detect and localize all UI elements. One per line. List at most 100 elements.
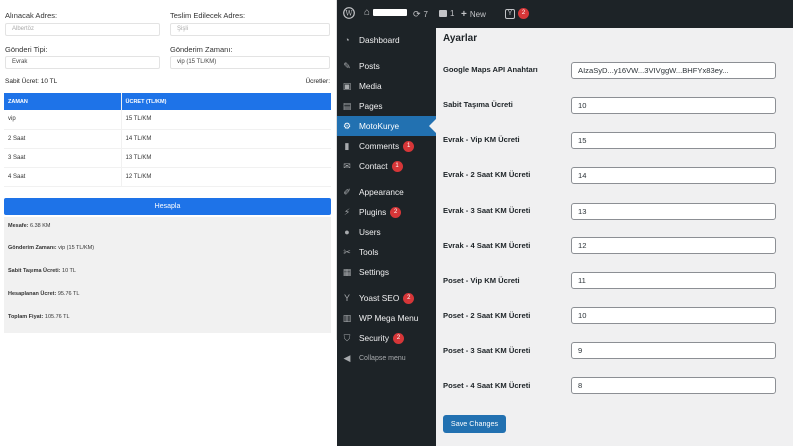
frontend-calculator-panel: Alınacak Adres: Albertöz Teslim Edilecek… [0, 0, 337, 340]
updates-count: 7 [423, 10, 428, 19]
table-row: vip 15 TL/KM [4, 110, 331, 130]
comments-link[interactable]: 1 [439, 9, 454, 18]
field-label: Evrak - 2 Saat KM Ücreti [443, 170, 531, 179]
sidebar-item-comments[interactable]: ▮ Comments 1 [337, 136, 436, 156]
result-value: vip (15 TL/KM) [56, 245, 95, 251]
sidebar-item-appearance[interactable]: ✐ Appearance [337, 182, 436, 202]
sidebar-item-label: Settings [359, 267, 389, 277]
page-icon: ▤ [342, 101, 352, 111]
sidebar-item-security[interactable]: ⛉ Security 2 [337, 328, 436, 348]
sidebar-item-contact[interactable]: ✉ Contact 1 [337, 156, 436, 176]
delivery-address-input[interactable]: Şişli [170, 23, 330, 36]
active-menu-pointer [429, 119, 436, 133]
save-changes-button[interactable]: Save Changes [443, 415, 506, 433]
field-label: Poset - Vip KM Ücreti [443, 276, 520, 285]
refresh-icon: ⟳ [413, 9, 421, 19]
field-label: Evrak - Vip KM Ücreti [443, 135, 520, 144]
sidebar-item-wp-mega-menu[interactable]: ▥ WP Mega Menu [337, 308, 436, 328]
wordpress-logo-icon[interactable]: W [343, 7, 355, 19]
collapse-icon: ◀ [343, 353, 351, 363]
pickup-address-input[interactable]: Albertöz [5, 23, 160, 36]
sidebar-item-label: Yoast SEO [359, 293, 400, 303]
sidebar-item-users[interactable]: ● Users [337, 222, 436, 242]
site-name-redacted [373, 9, 408, 16]
sidebar-collapse-menu[interactable]: ◀ Collapse menu [337, 348, 436, 368]
result-label: Gönderim Zamanı: [8, 245, 57, 251]
page-title: Ayarlar [443, 33, 478, 44]
table-cell: 12 TL/KM [121, 167, 331, 187]
poset-4-saat-input[interactable]: 8 [571, 377, 776, 394]
poset-2-saat-input[interactable]: 10 [571, 307, 776, 324]
send-time-label: Gönderim Zamanı: [170, 45, 233, 54]
gear-icon: ⚙ [342, 121, 352, 131]
fixed-fee-text: Sabit Ücret: 10 TL [5, 78, 58, 85]
field-label: Evrak - 4 Saat KM Ücreti [443, 241, 531, 250]
updates-link[interactable]: ⟳ 7 [413, 9, 428, 20]
mail-icon: ✉ [343, 161, 351, 171]
calculate-button[interactable]: Hesapla [4, 198, 331, 215]
brush-icon: ✐ [343, 187, 351, 197]
sidebar-item-label: Contact [359, 161, 388, 171]
results-box: Mesafe: 6.38 KM Gönderim Zamanı: vip (15… [4, 217, 331, 333]
sidebar-item-label: Tools [359, 247, 379, 257]
result-total-price: Toplam Fiyat: 105.76 TL [8, 314, 70, 320]
sidebar-item-posts[interactable]: ✎ Posts [337, 56, 436, 76]
table-cell: 15 TL/KM [121, 110, 331, 130]
send-time-select[interactable]: vip (15 TL/KM) [170, 56, 330, 69]
wrench-icon: ✂ [343, 247, 351, 257]
send-type-label: Gönderi Tipi: [5, 45, 48, 54]
sidebar-item-label: WP Mega Menu [359, 313, 419, 323]
sidebar-item-label: Plugins [359, 207, 387, 217]
sidebar-item-label: Users [359, 227, 381, 237]
comment-icon: ▮ [344, 141, 350, 151]
send-type-select[interactable]: Evrak [5, 56, 160, 69]
sidebar-item-label: Collapse menu [359, 354, 406, 362]
poset-vip-input[interactable]: 11 [571, 272, 776, 289]
sidebar-item-label: Pages [359, 101, 383, 111]
table-cell: 2 Saat [4, 129, 122, 149]
svg-text:W: W [345, 10, 353, 18]
evrak-3-saat-input[interactable]: 13 [571, 203, 776, 220]
site-home-link[interactable]: ⌂ [364, 7, 408, 18]
new-content-link[interactable]: + New [461, 9, 486, 20]
wp-admin-sidebar: ◔ Dashboard ✎ Posts ▣ Media ▤ Pages ⚙ MotoKur… [337, 28, 436, 446]
plug-icon: ⚡ [343, 207, 351, 217]
sidebar-item-yoast-seo[interactable]: Y Yoast SEO 2 [337, 288, 436, 308]
poset-3-saat-input[interactable]: 9 [571, 342, 776, 359]
sidebar-item-pages[interactable]: ▤ Pages [337, 96, 436, 116]
table-row: 3 Saat 13 TL/KM [4, 148, 331, 168]
delivery-address-label: Teslim Edilecek Adres: [170, 11, 246, 20]
field-label: Poset - 3 Saat KM Ücreti [443, 346, 531, 355]
yoast-icon: Y [505, 8, 515, 19]
wp-admin-bar: W ⌂ ⟳ 7 1 + New Y 2 [337, 0, 793, 28]
table-cell: 14 TL/KM [121, 129, 331, 149]
sidebar-item-dashboard[interactable]: ◔ Dashboard [337, 30, 436, 50]
field-label: Poset - 2 Saat KM Ücreti [443, 311, 531, 320]
yoast-adminbar-link[interactable]: Y 2 [505, 8, 529, 19]
dashboard-icon: ◔ [344, 35, 350, 45]
google-maps-api-key-input[interactable]: AIzaSyD...y16VW...3VIVggW...BHFYx83ey... [571, 62, 776, 79]
sidebar-item-media[interactable]: ▣ Media [337, 76, 436, 96]
media-icon: ▣ [342, 81, 352, 91]
sidebar-item-motokurye[interactable]: ⚙ MotoKurye [337, 116, 436, 136]
table-cell: vip [4, 110, 122, 130]
evrak-4-saat-input[interactable]: 12 [571, 237, 776, 254]
yoast-icon: Y [343, 293, 350, 303]
table-row: 4 Saat 12 TL/KM [4, 167, 331, 187]
user-icon: ● [344, 227, 350, 237]
table-header-row: ZAMAN ÜCRET (TL/KM) [4, 93, 331, 110]
yoast-badge: 2 [403, 292, 415, 304]
sidebar-item-plugins[interactable]: ⚡ Plugins 2 [337, 202, 436, 222]
field-label: Poset - 4 Saat KM Ücreti [443, 381, 531, 390]
sidebar-item-label: Posts [359, 61, 380, 71]
sidebar-item-settings[interactable]: ▦ Settings [337, 262, 436, 282]
result-send-time: Gönderim Zamanı: vip (15 TL/KM) [8, 245, 94, 251]
result-fixed-fee: Sabit Taşıma Ücreti: 10 TL [8, 268, 76, 274]
result-label: Hesaplanan Ücret: [8, 291, 57, 297]
settings-icon: ▦ [342, 267, 352, 277]
sidebar-item-tools[interactable]: ✂ Tools [337, 242, 436, 262]
evrak-vip-input[interactable]: 15 [571, 132, 776, 149]
fixed-fee-input[interactable]: 10 [571, 97, 776, 114]
field-label: Google Maps API Anahtarı [443, 65, 538, 74]
evrak-2-saat-input[interactable]: 14 [571, 167, 776, 184]
